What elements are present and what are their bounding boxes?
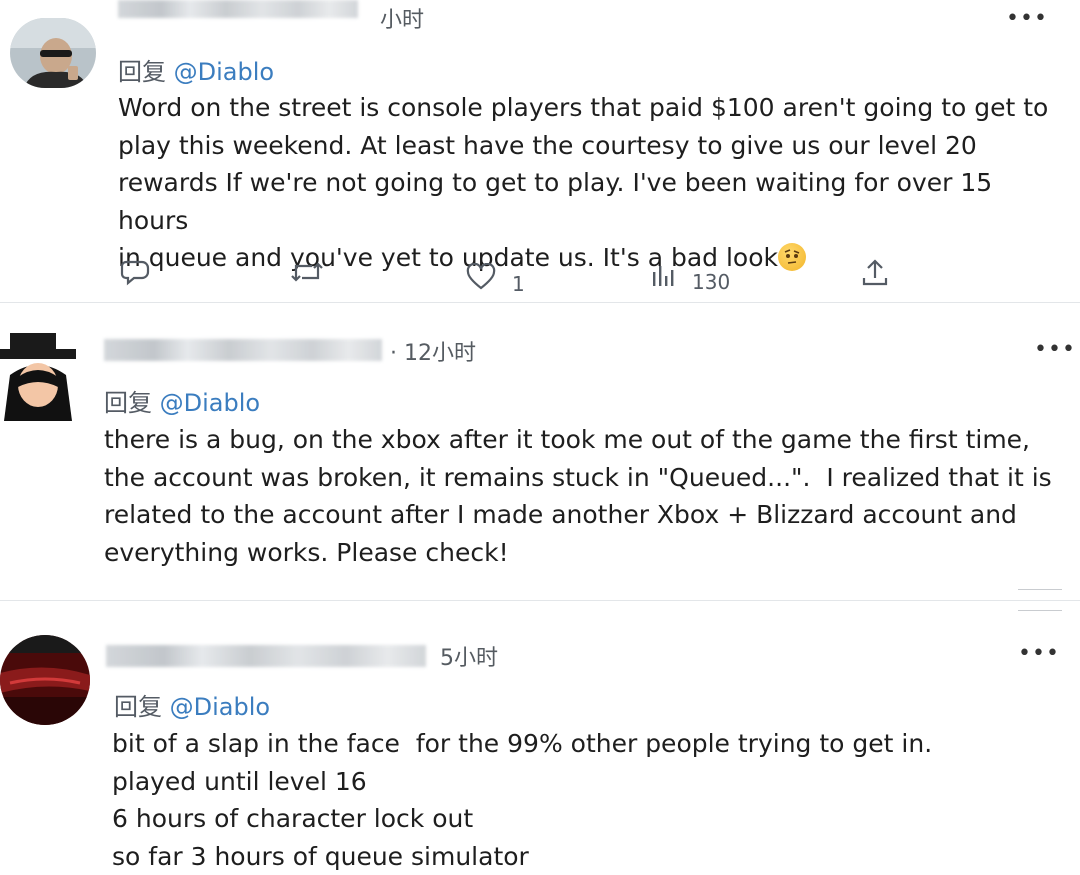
avatar[interactable]	[0, 635, 90, 725]
more-options-icon[interactable]: •••	[1006, 8, 1048, 30]
blurred-username	[104, 339, 382, 361]
tweet-body: Word on the street is console players th…	[118, 93, 1049, 272]
reply-button[interactable]	[120, 258, 150, 286]
tweet-1[interactable]: 小时 ••• 回复 @Diablo Word on the street is …	[0, 0, 1080, 300]
reply-label: 回复	[104, 389, 152, 417]
heart-icon	[466, 263, 496, 290]
tweet-text: bit of a slap in the face for the 99% ot…	[112, 729, 933, 871]
share-button[interactable]	[860, 258, 890, 288]
timestamp: 5小时	[440, 646, 498, 671]
like-button[interactable]: 1	[466, 258, 525, 296]
tweet-3[interactable]: 5小时 ••• 回复 @Diablo bit of a slap in the …	[0, 601, 1080, 871]
retweet-button[interactable]	[290, 258, 324, 286]
tweet-text: Word on the street is console players th…	[118, 89, 1058, 277]
views-icon	[653, 266, 674, 286]
reply-label: 回复	[114, 693, 162, 721]
blurred-username	[118, 0, 358, 18]
action-bar: 1 130	[0, 258, 1080, 296]
reply-to-line: 回复 @Diablo	[104, 383, 260, 418]
more-options-icon[interactable]: •••	[1018, 643, 1060, 665]
reply-to-line: 回复 @Diablo	[114, 687, 270, 722]
reply-label: 回复	[118, 58, 166, 86]
mention-link[interactable]: @Diablo	[174, 58, 274, 86]
mention-link[interactable]: @Diablo	[160, 389, 260, 417]
like-count: 1	[512, 272, 525, 296]
tweet-text: there is a bug, on the xbox after it too…	[104, 425, 1052, 567]
tweet-2[interactable]: · 12小时 ••• 回复 @Diablo there is a bug, on…	[0, 303, 1080, 599]
avatar[interactable]	[10, 18, 96, 88]
views-button[interactable]: 130	[650, 258, 730, 294]
share-icon	[862, 259, 888, 286]
timestamp: 小时	[380, 8, 425, 33]
views-count: 130	[692, 270, 731, 294]
retweet-icon	[291, 262, 323, 282]
timestamp: · 12小时	[390, 341, 476, 366]
avatar[interactable]	[0, 325, 76, 421]
reply-icon	[120, 260, 150, 286]
more-options-icon[interactable]: •••	[1034, 339, 1076, 361]
reply-to-line: 回复 @Diablo	[118, 52, 274, 87]
blurred-username	[106, 645, 426, 667]
mention-link[interactable]: @Diablo	[170, 693, 270, 721]
